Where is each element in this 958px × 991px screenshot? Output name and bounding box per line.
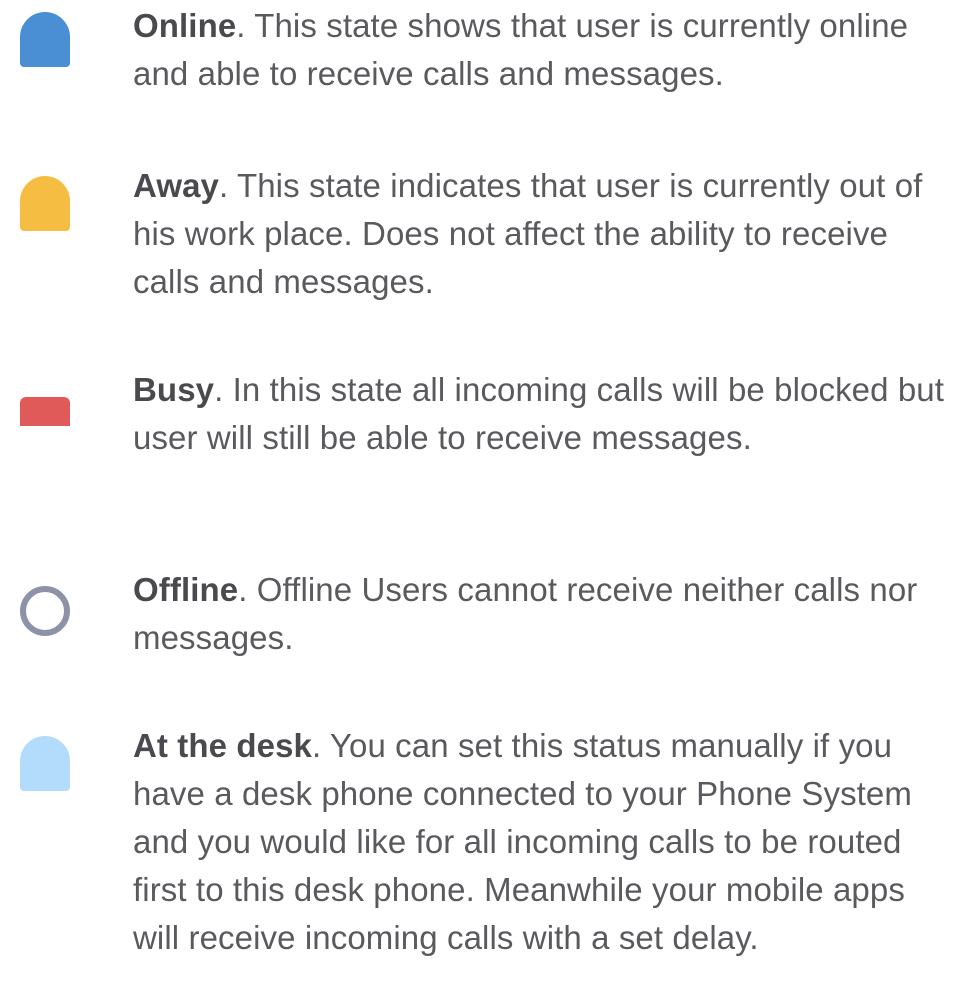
status-description-busy: Busy. In this state all incoming calls w… <box>133 366 955 462</box>
status-name-busy: Busy <box>133 371 215 408</box>
status-name-at-desk: At the desk <box>133 727 312 764</box>
status-description-offline: Offline. Offline Users cannot receive ne… <box>133 566 955 662</box>
status-description-online: Online. This state shows that user is cu… <box>133 2 955 98</box>
online-status-icon <box>20 12 70 67</box>
status-name-offline: Offline <box>133 571 239 608</box>
status-text-online: . This state shows that user is currentl… <box>133 7 909 92</box>
status-text-away: . This state indicates that user is curr… <box>133 167 923 300</box>
status-text-offline: . Offline Users cannot receive neither c… <box>133 571 918 656</box>
status-description-away: Away. This state indicates that user is … <box>133 162 955 306</box>
at-desk-status-icon <box>20 736 70 791</box>
status-description-at-desk: At the desk. You can set this status man… <box>133 722 955 962</box>
status-text-busy: . In this state all incoming calls will … <box>133 371 945 456</box>
busy-status-icon <box>20 397 70 426</box>
status-name-away: Away <box>133 167 220 204</box>
status-name-online: Online <box>133 7 237 44</box>
status-list: Online. This state shows that user is cu… <box>0 0 958 991</box>
offline-status-icon <box>20 586 70 636</box>
away-status-icon <box>20 176 70 231</box>
